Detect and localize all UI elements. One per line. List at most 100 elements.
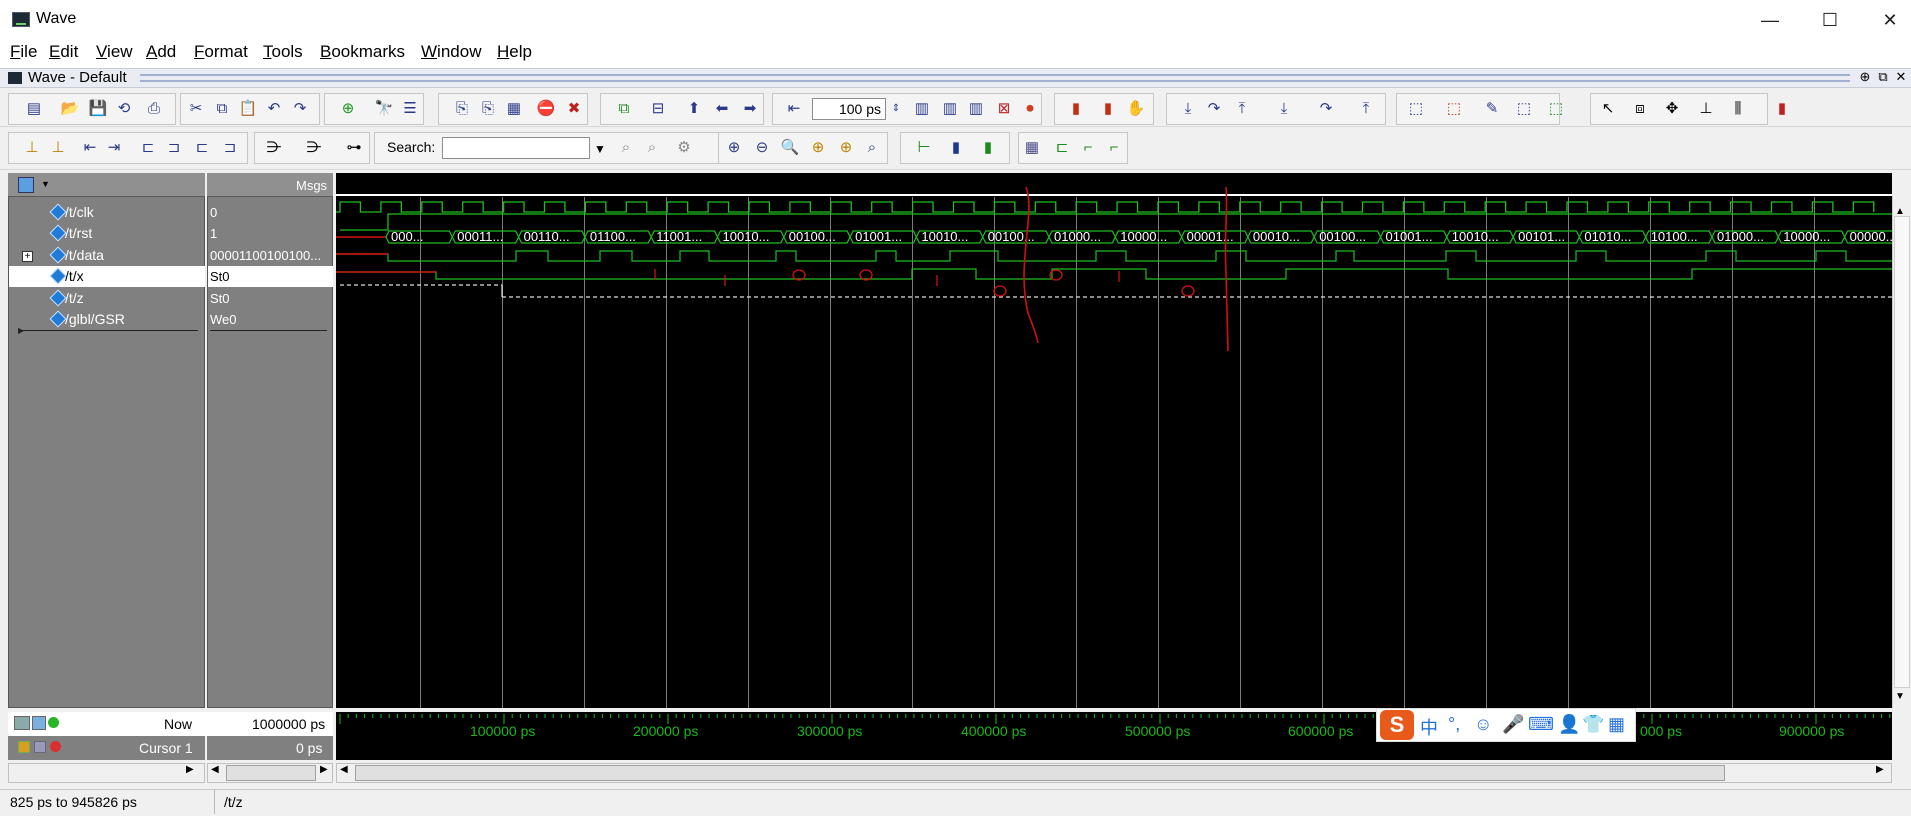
close-pane-icon[interactable]: ✕ [1893,68,1909,86]
menu-format[interactable]: Format [194,42,248,62]
print-icon[interactable]: ⎙ [144,99,164,119]
view-2-icon[interactable]: ▮ [946,138,966,158]
keyboard-icon[interactable]: ⌨ [1528,714,1554,735]
signal-row[interactable]: /t/data [9,245,205,266]
minimize-button[interactable]: — [1745,0,1795,40]
menu-window[interactable]: Window [421,42,481,62]
add-icon[interactable]: ⊕ [338,99,358,119]
break-icon[interactable]: ⛔ [536,99,556,119]
object-list-icon[interactable] [18,177,34,193]
run-icon[interactable]: ▥ [912,99,932,119]
edge-1-icon[interactable]: ▦ [1022,138,1042,158]
add-cursor-icon[interactable] [48,717,59,728]
wave-hscroll-thumb[interactable] [355,765,1725,781]
compile-icon[interactable]: ⎘ [452,99,472,119]
signal-row[interactable]: /t/rst [9,223,205,244]
zoom-full-icon[interactable]: 🔍 [780,138,800,158]
save-icon[interactable]: 💾 [88,99,108,119]
menu-view[interactable]: View [96,42,133,62]
menu-file[interactable]: File [10,42,37,62]
profile-icon[interactable]: ▮ [1066,99,1086,119]
dropdown-icon[interactable]: ▼ [41,179,50,189]
zoom-last-icon[interactable]: ⊕ [836,138,856,158]
waveform-canvas[interactable]: 000... 00011... 00110... 01100... 11001... 10… [336,173,1892,708]
menu-tools[interactable]: Tools [263,42,303,62]
sort-icon[interactable]: ☰ [400,99,420,119]
now-icon[interactable] [14,716,30,730]
step-out-dropdown-icon[interactable]: ⤒ [1356,99,1376,119]
run-length-input[interactable]: 100 ps [812,98,886,120]
collapse-icon[interactable]: ⋺ [304,138,324,158]
view-1-icon[interactable]: ⊢ [914,138,934,158]
undo-icon[interactable]: ↶ [264,99,284,119]
open-folder-icon[interactable]: 📂 [60,99,80,119]
scroll-right-icon[interactable]: ▶ [186,764,194,775]
signal-row[interactable]: /t/z [9,288,205,309]
reload-icon[interactable]: ⟲ [114,99,134,119]
delete-cursor-icon[interactable]: ⊥ [48,138,68,158]
values-hscroll-thumb[interactable] [226,765,316,781]
monitor-icon[interactable] [32,716,46,730]
break-sim-icon[interactable]: ⊠ [994,99,1014,119]
delete-cursor-icon[interactable] [50,741,61,752]
cut-icon[interactable]: ✂ [186,99,206,119]
emoji-icon[interactable]: ☺ [1474,714,1492,735]
run-all-icon[interactable]: ▥ [966,99,986,119]
wave-tool-1-icon[interactable]: ⬚ [1406,99,1426,119]
expand-icon[interactable]: ⋺ [264,138,284,158]
forward-arrow-icon[interactable]: ➡ [740,99,760,119]
wave-tool-4-icon[interactable]: ⬚ [1514,99,1534,119]
wave-select-icon[interactable]: ⊟ [648,99,668,119]
signal-row-selected[interactable]: /t/x [9,266,205,287]
redo-icon[interactable]: ↷ [290,99,310,119]
copy-icon[interactable]: ⧉ [212,99,232,119]
vertical-scroll-thumb[interactable] [1894,216,1910,688]
scroll-right-icon[interactable]: ▶ [320,764,328,775]
menu-add[interactable]: Add [146,42,176,62]
insert-cursor-icon[interactable]: ⊥ [22,138,42,158]
edit-mode-icon[interactable]: ⊥ [1696,99,1716,119]
zoom-range-icon[interactable]: ⌕ [862,138,882,158]
wave-tool-2-icon[interactable]: ⬚ [1444,99,1464,119]
select-mode-icon[interactable]: ↖ [1598,99,1618,119]
dataflow-icon[interactable]: ▦ [504,99,524,119]
pan-mode-icon[interactable]: ✥ [1662,99,1682,119]
undock-icon[interactable]: ⊕ [1857,68,1873,86]
wave-tool-3-icon[interactable]: ✎ [1482,99,1502,119]
names-hscroll[interactable] [8,763,205,783]
ime-punctuation[interactable]: °, [1448,714,1460,735]
traffic-light-icon[interactable]: ▮ [1772,99,1792,119]
signal-row[interactable]: /glbl/GSR [9,309,205,330]
search-options-icon[interactable]: ⚙ [674,138,694,158]
stop-sim-icon[interactable]: ⏺ [1020,99,1040,119]
menu-edit[interactable]: Edit [49,42,78,62]
prev-falling-icon[interactable]: ⊏ [138,138,158,158]
spin-arrows-icon[interactable]: ⇕ [886,99,906,119]
view-3-icon[interactable]: ▮ [978,138,998,158]
scroll-right-icon[interactable]: ▶ [1876,764,1884,775]
cursor-edit-icon[interactable] [34,741,46,753]
paste-icon[interactable]: 📋 [238,99,258,119]
zoom-in-icon[interactable]: ⊕ [724,138,744,158]
compile-all-icon[interactable]: ⎘ [478,99,498,119]
ime-chinese-mode[interactable]: 中 [1420,714,1438,740]
menu-help[interactable]: Help [497,42,532,62]
toolbox-icon[interactable]: ▦ [1608,714,1625,735]
next-edge-icon[interactable]: ⇥ [104,138,124,158]
search-input[interactable] [442,137,590,159]
stop-icon[interactable]: ✖ [564,99,584,119]
expand-plus-icon[interactable]: + [22,251,33,262]
zoom-out-icon[interactable]: ⊖ [752,138,772,158]
scroll-left-icon[interactable]: ◀ [340,764,348,775]
prev-edge-icon[interactable]: ⇤ [80,138,100,158]
memory-icon[interactable]: ▮ [1098,99,1118,119]
next-rising-icon[interactable]: ⊐ [220,138,240,158]
lock-icon[interactable] [18,741,30,753]
user-icon[interactable]: 👤 [1558,714,1580,735]
new-file-icon[interactable]: ▤ [24,99,44,119]
scroll-left-icon[interactable]: ◀ [211,764,219,775]
back-arrow-icon[interactable]: ⬅ [712,99,732,119]
scroll-down-icon[interactable]: ▼ [1895,691,1905,702]
step-into-dropdown-icon[interactable]: ⤓ [1274,99,1294,119]
sogou-logo-icon[interactable]: S [1380,710,1414,740]
